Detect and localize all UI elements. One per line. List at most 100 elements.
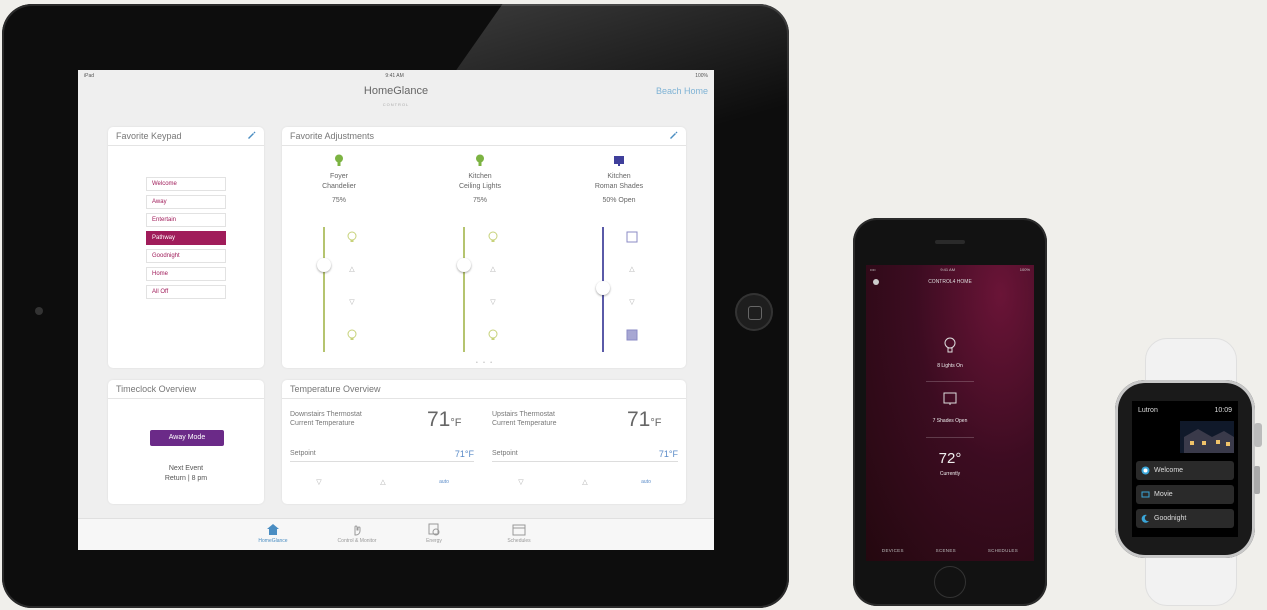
keypad-button-pathway[interactable]: Pathway (146, 231, 226, 245)
circle-icon (1141, 466, 1150, 475)
watch-scene-welcome[interactable]: Welcome (1136, 461, 1234, 480)
thermostat-upstairs-label: Upstairs Thermostat Current Temperature (492, 411, 557, 427)
calendar-icon (512, 524, 526, 536)
next-event: Next Event Return | 8 pm (164, 465, 208, 482)
home-button[interactable] (735, 293, 773, 331)
camera-icon (35, 307, 43, 315)
page-title: HomeGlance (363, 85, 429, 97)
shades-open-stat[interactable]: 7 Shades Open (866, 418, 1034, 424)
watch-app-title: Lutron (1138, 407, 1158, 414)
device-level: 50% Open (602, 197, 636, 204)
timeclock-card: Timeclock Overview Away Mode Next Event … (108, 380, 264, 504)
status-time: 9:41 AM (385, 73, 404, 79)
tab-bar: HomeGlance Control & Monitor Energy Sche… (78, 518, 714, 550)
level-slider-track[interactable] (463, 227, 465, 352)
speaker-grille (935, 240, 965, 244)
temperature-card: Temperature Overview Downstairs Thermost… (282, 380, 686, 504)
bulb-icon (476, 154, 484, 166)
page-indicator[interactable]: • • • (476, 360, 494, 366)
lower-arrow-icon[interactable]: ▽ (345, 295, 359, 309)
currently-label: Currently (939, 471, 961, 477)
watch-screen: Lutron 10:09 Welcome Movie Goodnight (1132, 401, 1238, 537)
lower-full-icon[interactable] (486, 328, 500, 342)
level-slider-track[interactable] (323, 227, 325, 352)
keypad-button-welcome[interactable]: Welcome (146, 177, 226, 191)
temp-up-icon[interactable]: △ (376, 475, 390, 489)
side-button[interactable] (1254, 466, 1260, 494)
lower-arrow-icon[interactable]: ▽ (625, 295, 639, 309)
watch-scene-movie[interactable]: Movie (1136, 485, 1234, 504)
shade-slider-knob[interactable] (596, 281, 610, 295)
keypad-button-away[interactable]: Away (146, 195, 226, 209)
tab-control-monitor[interactable]: Control & Monitor (326, 523, 388, 544)
home-button[interactable] (934, 566, 966, 598)
tab-scenes[interactable]: SCENES (936, 548, 956, 553)
raise-arrow-icon[interactable]: △ (345, 262, 359, 276)
favorite-adjustments-title: Favorite Adjustments (290, 131, 375, 141)
pencil-icon[interactable] (668, 130, 678, 140)
current-temperature: 71°F (627, 408, 662, 431)
tab-homeglance[interactable]: HomeGlance (248, 523, 298, 544)
level-slider-knob[interactable] (317, 258, 331, 272)
lower-arrow-icon[interactable]: ▽ (486, 295, 500, 309)
watch-header: Lutron 10:09 (1132, 401, 1238, 414)
device-level: 75% (331, 197, 346, 204)
setpoint-row: Setpoint 71°F (290, 449, 474, 462)
raise-full-icon[interactable] (345, 230, 359, 244)
favorite-adjustments-card: Favorite Adjustments Foyer Chandelier 75… (282, 127, 686, 368)
divider (926, 381, 974, 382)
tab-energy[interactable]: Energy (414, 523, 454, 544)
level-slider-knob[interactable] (457, 258, 471, 272)
phone-title: CONTROL4 HOME (928, 279, 972, 285)
current-temperature[interactable]: 72° (866, 450, 1034, 467)
energy-icon (428, 523, 440, 536)
bulb-icon (944, 337, 956, 353)
device-foyer-chandelier-label: Foyer Chandelier 75% (299, 172, 379, 206)
setpoint-value: 71°F (658, 449, 678, 459)
status-battery: 100% (695, 73, 708, 79)
divider (926, 437, 974, 438)
temperature-title: Temperature Overview (290, 384, 381, 394)
raise-arrow-icon[interactable]: △ (486, 262, 500, 276)
moon-icon (1141, 514, 1149, 523)
status-bar: iPad 9:41 AM 100% (78, 70, 714, 82)
home-selector-link[interactable]: Beach Home (656, 86, 708, 96)
temp-down-icon[interactable]: ▽ (312, 475, 326, 489)
raise-arrow-icon[interactable]: △ (625, 262, 639, 276)
page-subtitle: CONTROL (382, 102, 410, 107)
keypad-button-goodnight[interactable]: Goodnight (146, 249, 226, 263)
shade-close-icon[interactable] (625, 328, 639, 342)
nav-bar: HomeGlance Beach Home (78, 82, 714, 100)
home-icon (267, 524, 279, 535)
lower-full-icon[interactable] (345, 328, 359, 342)
keypad-button-entertain[interactable]: Entertain (146, 213, 226, 227)
keypad-button-all-off[interactable]: All Off (146, 285, 226, 299)
mode-button[interactable]: auto (432, 475, 456, 489)
timeclock-title: Timeclock Overview (116, 384, 197, 394)
setpoint-value: 71°F (454, 449, 474, 459)
raise-full-icon[interactable] (486, 230, 500, 244)
watch-scene-goodnight[interactable]: Goodnight (1136, 509, 1234, 528)
pencil-icon[interactable] (246, 130, 256, 140)
temp-up-icon[interactable]: △ (578, 475, 592, 489)
tab-schedules[interactable]: Schedules (494, 523, 544, 544)
shade-icon (943, 392, 957, 405)
device-kitchen-ceiling-lights-label: Kitchen Ceiling Lights 75% (440, 172, 520, 206)
thermostat-downstairs-label: Downstairs Thermostat Current Temperatur… (290, 411, 362, 427)
keypad-button-home[interactable]: Home (146, 267, 226, 281)
shade-open-icon[interactable] (625, 230, 639, 244)
tab-devices[interactable]: DEVICES (882, 548, 904, 553)
lights-on-stat[interactable]: 8 Lights On (866, 363, 1034, 369)
away-mode-button[interactable]: Away Mode (150, 430, 224, 446)
keypad-buttons: Welcome Away Entertain Pathway Goodnight… (146, 177, 226, 303)
gear-icon[interactable] (873, 279, 879, 285)
status-carrier: iPad (84, 73, 95, 79)
temp-down-icon[interactable]: ▽ (514, 475, 528, 489)
watch-time: 10:09 (1214, 407, 1232, 414)
iphone-screen: •••• 9:41 AM 100% CONTROL4 HOME 8 Lights… (866, 265, 1034, 561)
digital-crown[interactable] (1254, 423, 1262, 447)
tab-schedules[interactable]: SCHEDULES (988, 548, 1018, 553)
mode-button[interactable]: auto (634, 475, 658, 489)
status-bar: •••• 9:41 AM 100% (870, 267, 1030, 272)
phone-tab-bar: DEVICES SCENES SCHEDULES (866, 548, 1034, 553)
